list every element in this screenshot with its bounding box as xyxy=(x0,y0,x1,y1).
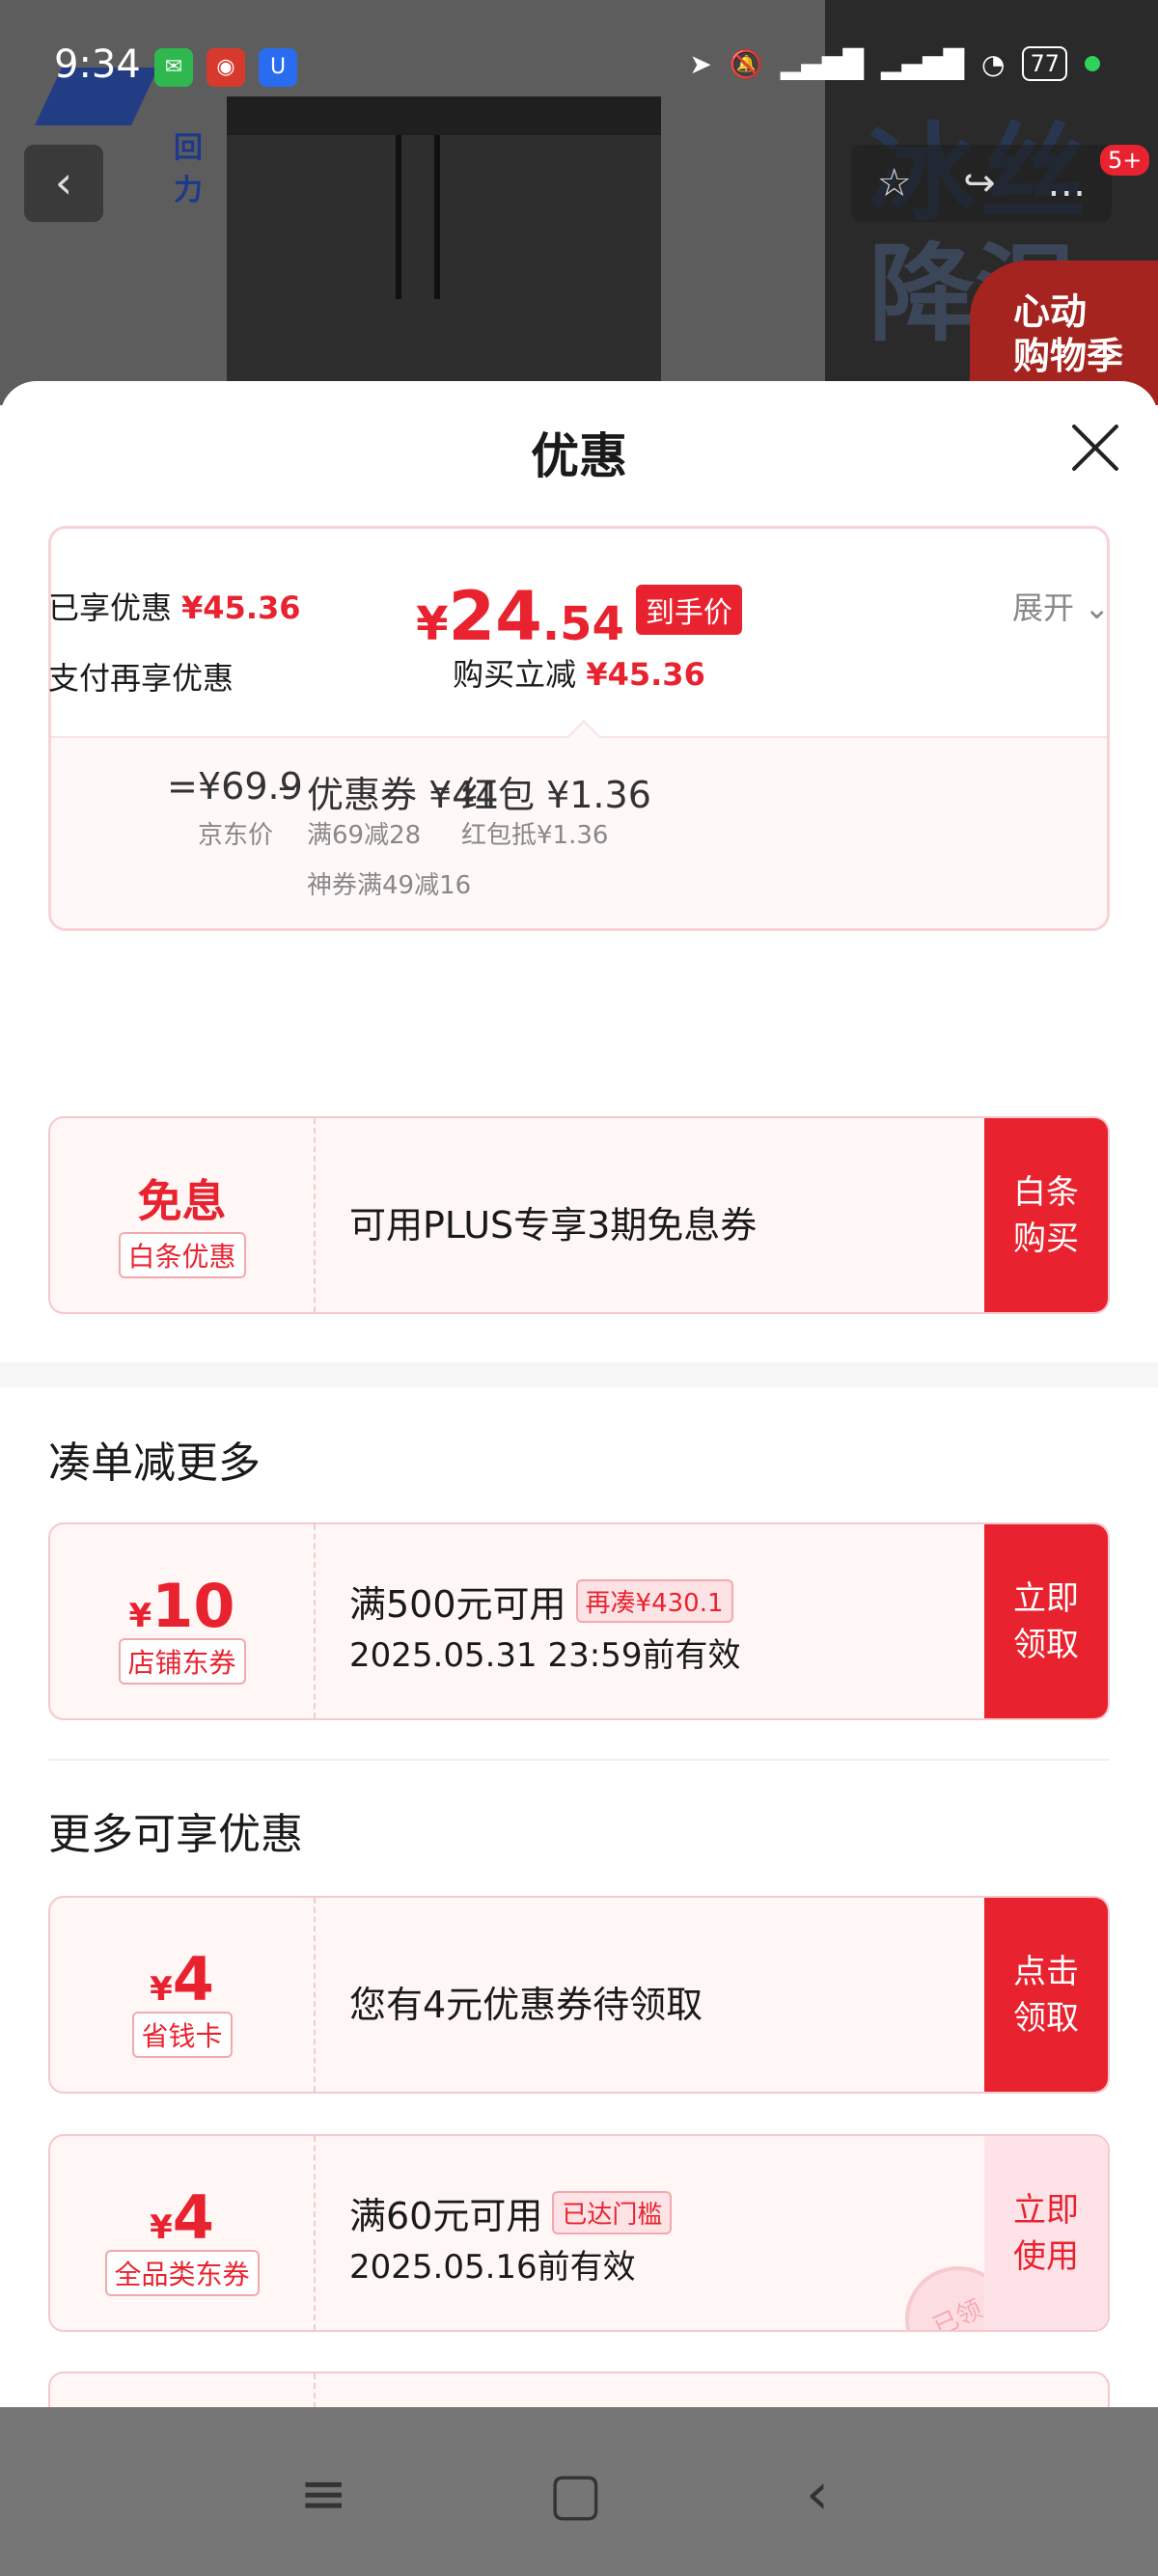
cart-badge: 5+ xyxy=(1100,145,1150,176)
more-section-title: 更多可享优惠 xyxy=(48,1810,303,1859)
baitiao-card[interactable]: 免息 白条优惠 可用PLUS专享3期免息券 白条 购买 xyxy=(48,1116,1110,1314)
coupon-type-tag: 省钱卡 xyxy=(131,2012,233,2058)
menu-icon[interactable]: ≡ xyxy=(299,2460,347,2528)
promo-badge-text: 心动 购物季 xyxy=(1013,290,1124,377)
status-time: 9:34 xyxy=(54,42,141,87)
coupon-type-tag: 全品类东券 xyxy=(104,2250,260,2296)
coupon-expiry: 2025.05.16前有效 xyxy=(349,2248,636,2287)
wifi-icon: ◔ xyxy=(981,47,1006,80)
signal-icon-2: ▂▄▆█ xyxy=(880,47,965,80)
expand-toggle[interactable]: 展开 ⌄ xyxy=(1012,584,1110,628)
coupon-rule-1: 满69减28 xyxy=(307,821,422,850)
coupon-text: 您有4元优惠券待领取 xyxy=(349,1984,703,2026)
coupon-threshold: 满500元可用 再凑¥430.1 xyxy=(349,1575,733,1628)
category-coupon-card[interactable]: ¥4 全品类东券 满60元可用 已达门槛 2025.05.16前有效 已领 立即 … xyxy=(48,2134,1110,2332)
store-coupon-card[interactable]: ¥10 店铺东券 满500元可用 再凑¥430.1 2025.05.31 23:5… xyxy=(48,1522,1110,1720)
coupon-value: ¥4 xyxy=(150,1944,214,2014)
baitiao-text: 可用PLUS专享3期免息券 xyxy=(349,1204,758,1247)
section-divider xyxy=(0,1362,1158,1387)
chevron-left-icon: ‹ xyxy=(54,156,73,208)
redpack-rule: 红包抵¥1.36 xyxy=(461,821,609,850)
home-square-icon[interactable]: ▢ xyxy=(548,2460,603,2528)
coupon-rule-2: 神券满49减16 xyxy=(307,871,472,900)
price-breakdown: = ¥69.9 京东价 – 优惠券 ¥44 满69减28 神券满49减16 – … xyxy=(167,765,651,900)
click-claim-button[interactable]: 点击 领取 xyxy=(984,1898,1108,2092)
coupon-value: ¥4 xyxy=(150,2182,214,2253)
savings-card-coupon[interactable]: ¥4 省钱卡 您有4元优惠券待领取 点击 领取 xyxy=(48,1896,1110,2094)
bundle-section-title: 凑单减更多 xyxy=(48,1439,261,1488)
back-button[interactable]: ‹ xyxy=(24,145,103,222)
use-now-button[interactable]: 立即 使用 xyxy=(984,2136,1108,2330)
coupon-value: ¥10 xyxy=(128,1571,235,1641)
food-app-icon: ◉ xyxy=(207,48,245,87)
final-price-tag: 到手价 xyxy=(635,585,742,635)
mute-icon: 🔕 xyxy=(729,47,763,80)
enjoyed-discount: 已享优惠 ¥45.36 xyxy=(48,589,301,626)
pay-more-title: 支付再享优惠 xyxy=(48,660,234,697)
back-icon[interactable]: ‹ xyxy=(806,2460,829,2528)
battery-icon: 77 xyxy=(1022,46,1067,81)
sheet-title: 优惠 xyxy=(531,428,627,484)
jd-price-label: 京东价 xyxy=(198,821,274,850)
status-bar: 9:34 ✉ ◉ U ➤ 🔕 ▂▄▆█ ▂▄▆█ ◔ 77 xyxy=(0,0,1158,135)
baitiao-buy-button[interactable]: 白条 购买 xyxy=(984,1118,1108,1312)
location-icon: ➤ xyxy=(689,47,712,80)
chevron-down-icon: ⌄ xyxy=(1084,589,1110,626)
baitiao-tag: 白条优惠 xyxy=(118,1232,246,1278)
coupon-expiry: 2025.05.31 23:59前有效 xyxy=(349,1636,741,1675)
system-navbar: ≡ ▢ ‹ xyxy=(0,2407,1158,2576)
coupon-chip: 已达门槛 xyxy=(552,2191,673,2234)
redpack-amount: 红包 ¥1.36 xyxy=(461,774,651,816)
more-icon[interactable]: … xyxy=(1047,161,1086,206)
signal-icon: ▂▄▆█ xyxy=(780,47,864,80)
top-actions: ☆ ↪ … xyxy=(851,145,1112,222)
interest-free-label: 免息 xyxy=(137,1175,227,1227)
coupon-type-tag: 店铺东券 xyxy=(118,1638,246,1685)
divider xyxy=(48,1759,1110,1761)
brand-name: 回力 xyxy=(174,131,203,207)
share-icon[interactable]: ↪ xyxy=(963,161,996,206)
claim-coupon-button[interactable]: 立即 领取 xyxy=(984,1524,1108,1718)
coupon-threshold: 满60元可用 已达门槛 xyxy=(349,2186,673,2239)
u-app-icon: U xyxy=(259,48,297,87)
recording-dot-icon xyxy=(1085,56,1100,71)
coupon-chip: 再凑¥430.1 xyxy=(575,1579,733,1623)
close-icon[interactable] xyxy=(1069,422,1121,474)
wechat-icon: ✉ xyxy=(154,48,193,87)
star-icon[interactable]: ☆ xyxy=(877,161,912,206)
product-image xyxy=(227,96,661,405)
